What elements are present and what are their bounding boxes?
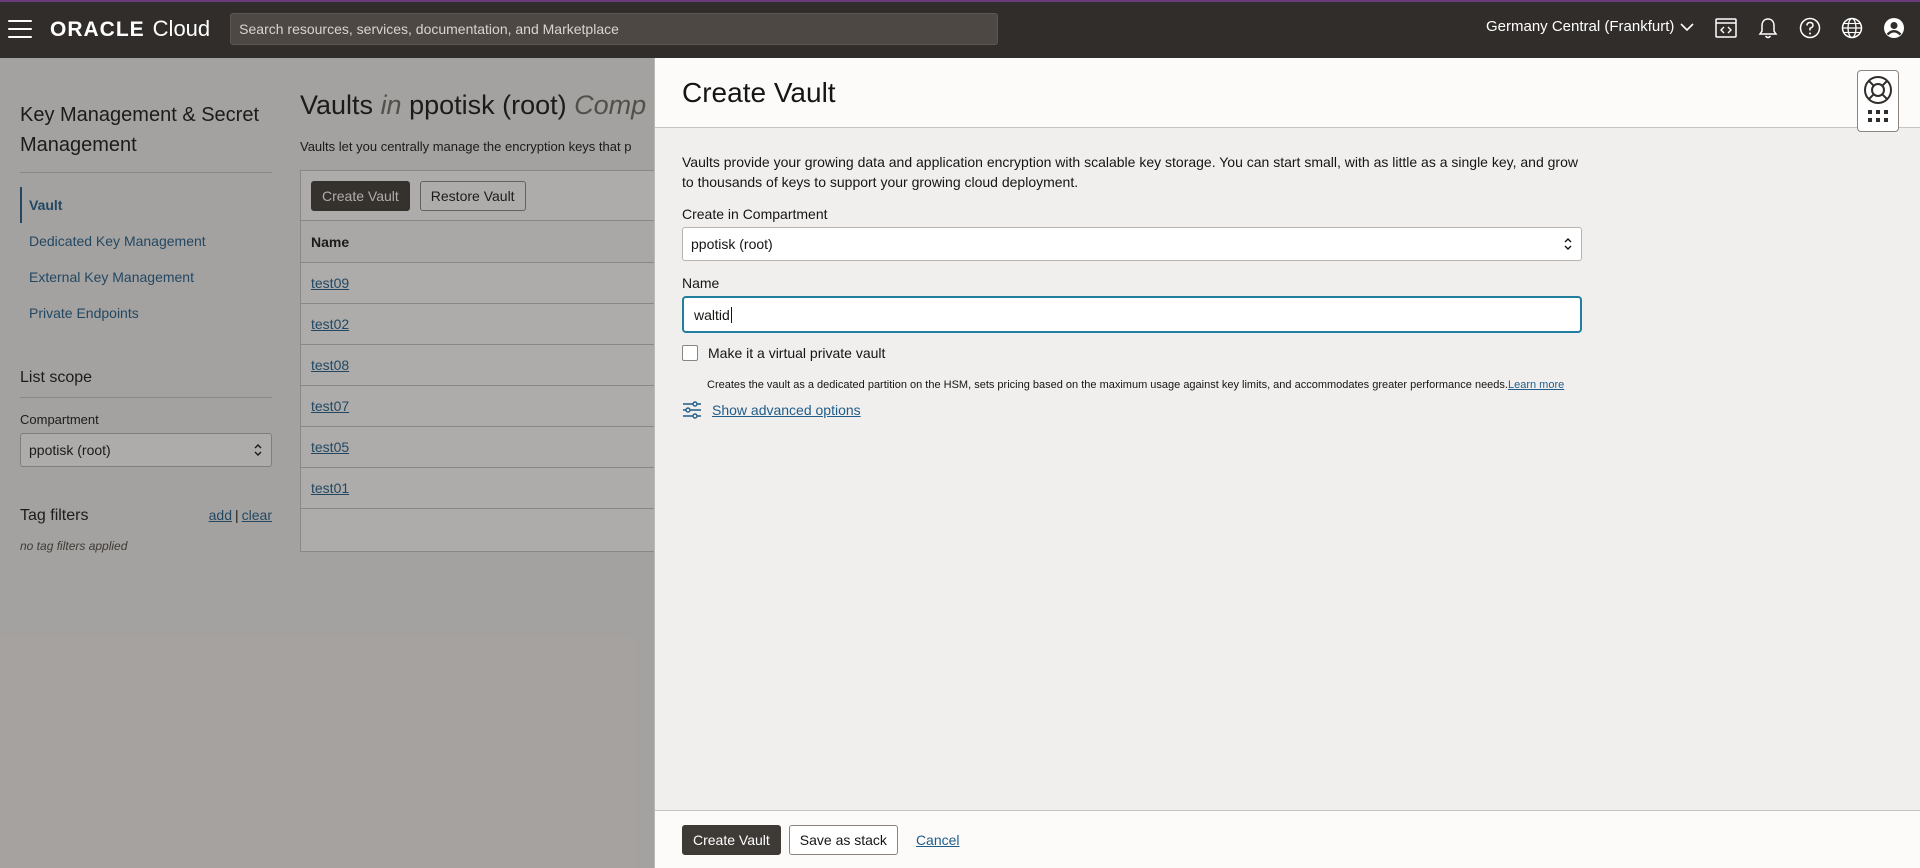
- profile-icon[interactable]: [1882, 16, 1906, 40]
- grid-dots-icon: [1868, 110, 1888, 122]
- learn-more-link[interactable]: Learn more: [1508, 379, 1564, 391]
- brand-oracle: ORACLE: [50, 18, 145, 41]
- select-arrows-icon: [1564, 238, 1572, 250]
- create-in-compartment-select[interactable]: ppotisk (root): [682, 227, 1582, 261]
- help-icon[interactable]: [1798, 16, 1822, 40]
- region-label: Germany Central (Frankfurt): [1486, 18, 1675, 35]
- oracle-cloud-logo[interactable]: ORACLE Cloud: [50, 16, 210, 42]
- lifebuoy-icon: [1864, 76, 1892, 104]
- virtual-private-vault-help-text: Creates the vault as a dedicated partiti…: [707, 379, 1508, 391]
- save-as-stack-button[interactable]: Save as stack: [788, 824, 898, 855]
- create-in-compartment-label: Create in Compartment: [682, 206, 828, 222]
- panel-title: Create Vault: [682, 76, 836, 108]
- panel-footer: Create Vault Save as stack Cancel: [655, 810, 1920, 868]
- panel-header: Create Vault: [655, 58, 1920, 128]
- cancel-link[interactable]: Cancel: [916, 832, 960, 848]
- show-advanced-options-link[interactable]: Show advanced options: [712, 402, 861, 418]
- text-cursor: [730, 306, 732, 323]
- create-vault-panel: Create Vault Vaults provide your growing…: [654, 58, 1920, 868]
- create-in-compartment-value: ppotisk (root): [691, 236, 773, 252]
- global-search-input[interactable]: Search resources, services, documentatio…: [230, 13, 999, 45]
- vault-name-value: waltid: [694, 306, 730, 323]
- name-label: Name: [682, 275, 720, 291]
- sliders-icon: [683, 401, 701, 419]
- globe-icon[interactable]: [1840, 16, 1864, 40]
- modal-backdrop[interactable]: [0, 58, 654, 868]
- create-vault-submit-button[interactable]: Create Vault: [682, 824, 781, 855]
- panel-body: Vaults provide your growing data and app…: [655, 152, 1920, 419]
- brand-cloud: Cloud: [152, 16, 211, 41]
- virtual-private-vault-help: Creates the vault as a dedicated partiti…: [707, 379, 1893, 391]
- advanced-options-row[interactable]: Show advanced options: [682, 401, 1893, 419]
- help-widget[interactable]: [1857, 70, 1899, 132]
- top-accent-line: [0, 0, 1920, 2]
- chevron-down-icon: [1680, 22, 1694, 31]
- virtual-private-vault-label[interactable]: Make it a virtual private vault: [708, 345, 885, 361]
- region-selector[interactable]: Germany Central (Frankfurt): [1486, 18, 1694, 35]
- panel-description: Vaults provide your growing data and app…: [682, 154, 1578, 190]
- virtual-private-vault-checkbox[interactable]: [682, 345, 698, 361]
- code-editor-icon[interactable]: [1714, 16, 1738, 40]
- vault-name-input[interactable]: waltid: [682, 296, 1582, 333]
- menu-icon[interactable]: [8, 20, 32, 38]
- bell-icon[interactable]: [1756, 16, 1780, 40]
- top-navigation-bar: ORACLE Cloud Search resources, services,…: [0, 0, 1920, 58]
